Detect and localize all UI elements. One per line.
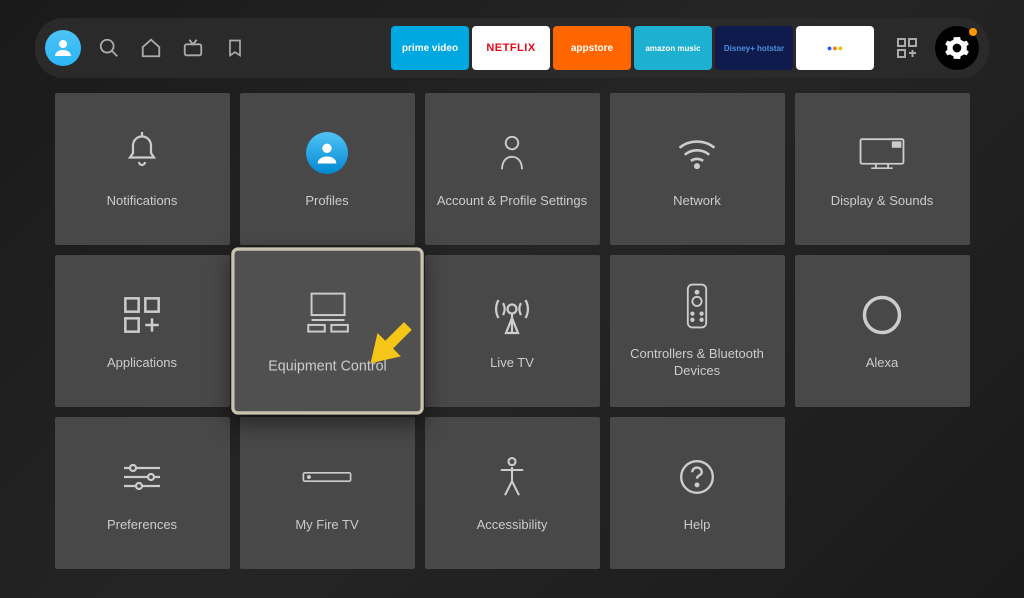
tile-label: Account & Profile Settings bbox=[437, 193, 587, 210]
tile-label: Notifications bbox=[107, 193, 178, 210]
alexa-icon bbox=[861, 291, 903, 339]
tile-label: Controllers & Bluetooth Devices bbox=[620, 346, 775, 380]
app-tile-disney-hotstar[interactable]: Disney+ hotstar bbox=[715, 26, 793, 70]
app-tile-amazon-music[interactable]: amazon music bbox=[634, 26, 712, 70]
tile-label: Help bbox=[684, 517, 711, 534]
antenna-icon bbox=[494, 291, 530, 339]
profile-icon bbox=[306, 129, 348, 177]
app-tile-appstore[interactable]: appstore bbox=[553, 26, 631, 70]
remote-icon bbox=[686, 282, 708, 330]
firetv-icon bbox=[302, 453, 352, 501]
tile-label: Profiles bbox=[305, 193, 348, 210]
gear-icon bbox=[944, 35, 970, 61]
tile-label: Accessibility bbox=[477, 517, 548, 534]
tile-label: Live TV bbox=[490, 355, 534, 372]
settings-tile-account-profile-settings[interactable]: Account & Profile Settings bbox=[425, 93, 600, 245]
settings-tile-profiles[interactable]: Profiles bbox=[240, 93, 415, 245]
profile-avatar[interactable] bbox=[45, 30, 81, 66]
settings-tile-preferences[interactable]: Preferences bbox=[55, 417, 230, 569]
tile-label: My Fire TV bbox=[295, 517, 358, 534]
bell-icon bbox=[124, 129, 160, 177]
apps-grid-icon[interactable] bbox=[889, 30, 925, 66]
settings-tile-notifications[interactable]: Notifications bbox=[55, 93, 230, 245]
help-icon bbox=[678, 453, 716, 501]
apps-icon bbox=[122, 291, 162, 339]
settings-tile-my-fire-tv[interactable]: My Fire TV bbox=[240, 417, 415, 569]
settings-tile-accessibility[interactable]: Accessibility bbox=[425, 417, 600, 569]
top-nav-bar: prime videoNETFLIXappstoreamazon musicDi… bbox=[35, 18, 989, 78]
tile-label: Display & Sounds bbox=[831, 193, 934, 210]
settings-tile-applications[interactable]: Applications bbox=[55, 255, 230, 407]
equipment-icon bbox=[301, 287, 354, 340]
app-tile-discovery-[interactable]: ●●● bbox=[796, 26, 874, 70]
tile-label: Preferences bbox=[107, 517, 177, 534]
settings-tile-display-sounds[interactable]: Display & Sounds bbox=[795, 93, 970, 245]
app-tile-prime-video[interactable]: prime video bbox=[391, 26, 469, 70]
settings-tile-alexa[interactable]: Alexa bbox=[795, 255, 970, 407]
tile-label: Network bbox=[673, 193, 721, 210]
settings-button[interactable] bbox=[935, 26, 979, 70]
settings-tile-controllers-bluetooth-devices[interactable]: Controllers & Bluetooth Devices bbox=[610, 255, 785, 407]
tile-label: Applications bbox=[107, 355, 177, 372]
person-icon bbox=[51, 36, 75, 60]
tv-icon[interactable] bbox=[175, 30, 211, 66]
settings-tile-help[interactable]: Help bbox=[610, 417, 785, 569]
app-tile-netflix[interactable]: NETFLIX bbox=[472, 26, 550, 70]
notification-dot bbox=[969, 28, 977, 36]
settings-grid: Notifications Profiles Account & Profile S… bbox=[0, 78, 1024, 584]
accessibility-icon bbox=[495, 453, 529, 501]
wifi-icon bbox=[676, 129, 718, 177]
sliders-icon bbox=[121, 453, 163, 501]
settings-tile-live-tv[interactable]: Live TV bbox=[425, 255, 600, 407]
tile-label: Equipment Control bbox=[268, 357, 386, 376]
display-icon bbox=[859, 129, 905, 177]
person-icon bbox=[497, 129, 527, 177]
home-icon[interactable] bbox=[133, 30, 169, 66]
settings-tile-network[interactable]: Network bbox=[610, 93, 785, 245]
tile-label: Alexa bbox=[866, 355, 899, 372]
search-icon[interactable] bbox=[91, 30, 127, 66]
bookmark-icon[interactable] bbox=[217, 30, 253, 66]
settings-tile-equipment-control[interactable]: Equipment Control bbox=[231, 247, 424, 414]
